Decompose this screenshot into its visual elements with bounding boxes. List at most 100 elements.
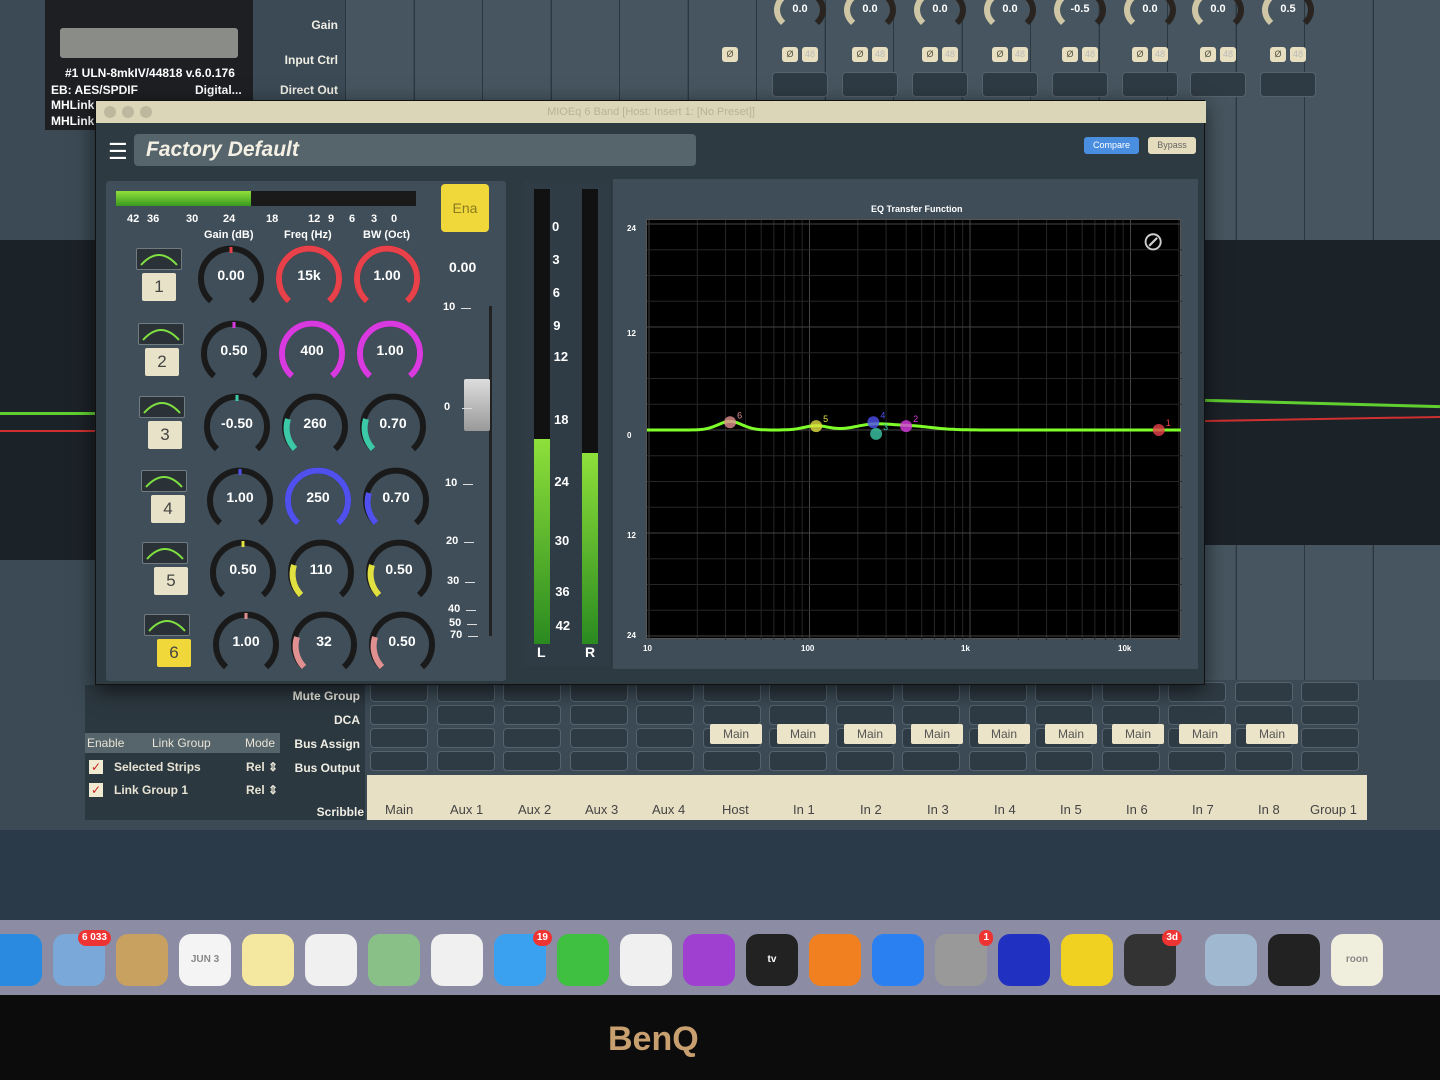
- routing-slot[interactable]: [1234, 682, 1293, 702]
- routing-slot[interactable]: [1035, 705, 1093, 725]
- band-6-node[interactable]: [724, 416, 737, 429]
- bus-output-main-button[interactable]: Main: [911, 724, 963, 744]
- input-ctrl-slot[interactable]: [1260, 72, 1316, 97]
- channel-scribble-label[interactable]: In 5: [1060, 802, 1082, 817]
- input-ctrl-slot[interactable]: [982, 72, 1038, 97]
- plugin-titlebar[interactable]: MIOEq 6 Band [Host: Insert 1: [No Preset…: [96, 101, 1206, 123]
- band-6-bw-knob[interactable]: 0.50: [365, 607, 439, 681]
- dock-icon-roon[interactable]: roon: [1331, 934, 1383, 986]
- minimize-button[interactable]: [122, 106, 134, 118]
- routing-slot[interactable]: [902, 751, 960, 771]
- phantom-48v-button[interactable]: 48: [872, 47, 888, 62]
- band-filter-shape-icon[interactable]: [139, 396, 185, 418]
- band-filter-shape-icon[interactable]: [143, 614, 190, 636]
- phase-invert-button[interactable]: Ø: [922, 47, 938, 62]
- routing-slot[interactable]: [370, 728, 428, 748]
- channel-scribble-label[interactable]: Aux 2: [518, 802, 551, 817]
- dock-icon-preview[interactable]: [1205, 934, 1257, 986]
- zoom-button[interactable]: [140, 106, 152, 118]
- routing-slot[interactable]: [636, 705, 694, 725]
- dock-icon-books[interactable]: [809, 934, 861, 986]
- routing-slot[interactable]: [1301, 682, 1359, 702]
- dock-icon-podcasts[interactable]: [683, 934, 735, 986]
- input-ctrl-slot[interactable]: [912, 72, 968, 97]
- dock-icon-reminders[interactable]: [305, 934, 357, 986]
- phantom-48v-button[interactable]: 48: [1012, 47, 1028, 62]
- channel-scribble-label[interactable]: Aux 3: [585, 802, 618, 817]
- input-ctrl-slot[interactable]: [1122, 72, 1178, 97]
- channel-scribble-label[interactable]: Aux 1: [450, 802, 483, 817]
- routing-slot[interactable]: [436, 751, 495, 771]
- bus-output-main-button[interactable]: Main: [777, 724, 829, 744]
- dock-icon-mail[interactable]: 6 033: [53, 930, 111, 986]
- phantom-48v-button[interactable]: 48: [802, 47, 818, 62]
- phase-invert-button[interactable]: Ø: [852, 47, 868, 62]
- band-2-bw-knob[interactable]: 1.00: [353, 316, 427, 390]
- band-2-button[interactable]: 2: [145, 348, 179, 376]
- routing-slot[interactable]: [769, 682, 827, 702]
- routing-slot[interactable]: [503, 682, 561, 702]
- enable-button[interactable]: Ena: [441, 184, 489, 232]
- routing-slot[interactable]: [370, 751, 428, 771]
- dock-icon-maps[interactable]: [368, 934, 420, 986]
- dock-icon-app-store[interactable]: [872, 934, 924, 986]
- routing-slot[interactable]: [702, 682, 761, 702]
- channel-scribble-label[interactable]: In 2: [860, 802, 882, 817]
- routing-slot[interactable]: [1035, 751, 1093, 771]
- preset-name[interactable]: Factory Default: [134, 134, 696, 166]
- phase-invert-button[interactable]: Ø: [1132, 47, 1148, 62]
- routing-slot[interactable]: [1168, 705, 1226, 725]
- band-2-gain-knob[interactable]: 0.50: [197, 316, 271, 390]
- routing-slot[interactable]: [702, 751, 761, 771]
- routing-slot[interactable]: [1035, 682, 1093, 702]
- phantom-48v-button[interactable]: 48: [1290, 47, 1306, 62]
- phantom-48v-button[interactable]: 48: [1220, 47, 1236, 62]
- routing-slot[interactable]: [835, 682, 894, 702]
- routing-slot[interactable]: [636, 682, 694, 702]
- band-5-bw-knob[interactable]: 0.50: [362, 535, 436, 609]
- channel-scribble-label[interactable]: Host: [722, 802, 749, 817]
- reset-icon[interactable]: ⊘: [1142, 226, 1164, 257]
- band-filter-shape-icon[interactable]: [136, 248, 182, 270]
- phase-invert-button[interactable]: Ø: [1200, 47, 1216, 62]
- band-filter-shape-icon[interactable]: [142, 542, 188, 564]
- dock-icon-facetime[interactable]: [557, 934, 609, 986]
- band-3-bw-knob[interactable]: 0.70: [356, 389, 430, 463]
- bus-output-main-button[interactable]: Main: [978, 724, 1030, 744]
- routing-slot[interactable]: [902, 705, 960, 725]
- routing-slot[interactable]: [370, 682, 428, 702]
- routing-slot[interactable]: [1301, 728, 1359, 748]
- dock-icon-photos[interactable]: [431, 934, 483, 986]
- bypass-button[interactable]: Bypass: [1148, 137, 1196, 154]
- routing-slot[interactable]: [436, 682, 495, 702]
- dock-icon-tv[interactable]: tv: [746, 934, 798, 986]
- input-ctrl-slot[interactable]: [772, 72, 828, 97]
- input-ctrl-slot[interactable]: [842, 72, 898, 97]
- routing-slot[interactable]: [1234, 751, 1293, 771]
- phantom-48v-button[interactable]: 48: [942, 47, 958, 62]
- compare-button[interactable]: Compare: [1084, 137, 1139, 154]
- band-4-gain-knob[interactable]: 1.00: [203, 463, 277, 537]
- band-6-gain-knob[interactable]: 1.00: [209, 607, 283, 681]
- routing-slot[interactable]: [636, 751, 694, 771]
- routing-slot[interactable]: [968, 705, 1027, 725]
- band-1-node[interactable]: [1152, 424, 1165, 436]
- phase-invert-button[interactable]: Ø: [722, 47, 738, 62]
- routing-slot[interactable]: [569, 751, 628, 771]
- routing-slot[interactable]: [636, 728, 694, 748]
- dock-icon-notes[interactable]: [242, 934, 294, 986]
- phase-invert-button[interactable]: Ø: [992, 47, 1008, 62]
- eq-transfer-plot[interactable]: 1 2 3 4 5 6 ⊘: [646, 219, 1182, 640]
- routing-slot[interactable]: [503, 705, 561, 725]
- routing-slot[interactable]: [503, 728, 561, 748]
- channel-scribble-label[interactable]: In 1: [793, 802, 815, 817]
- band-5-gain-knob[interactable]: 0.50: [206, 535, 280, 609]
- dock-icon-contacts[interactable]: [116, 934, 168, 986]
- routing-slot[interactable]: [968, 682, 1027, 702]
- band-3-node[interactable]: [870, 427, 883, 440]
- routing-slot[interactable]: [569, 705, 628, 725]
- routing-slot[interactable]: [1168, 682, 1226, 702]
- input-ctrl-slot[interactable]: [1052, 72, 1108, 97]
- hamburger-menu-icon[interactable]: ☰: [108, 141, 128, 163]
- routing-slot[interactable]: [702, 705, 761, 725]
